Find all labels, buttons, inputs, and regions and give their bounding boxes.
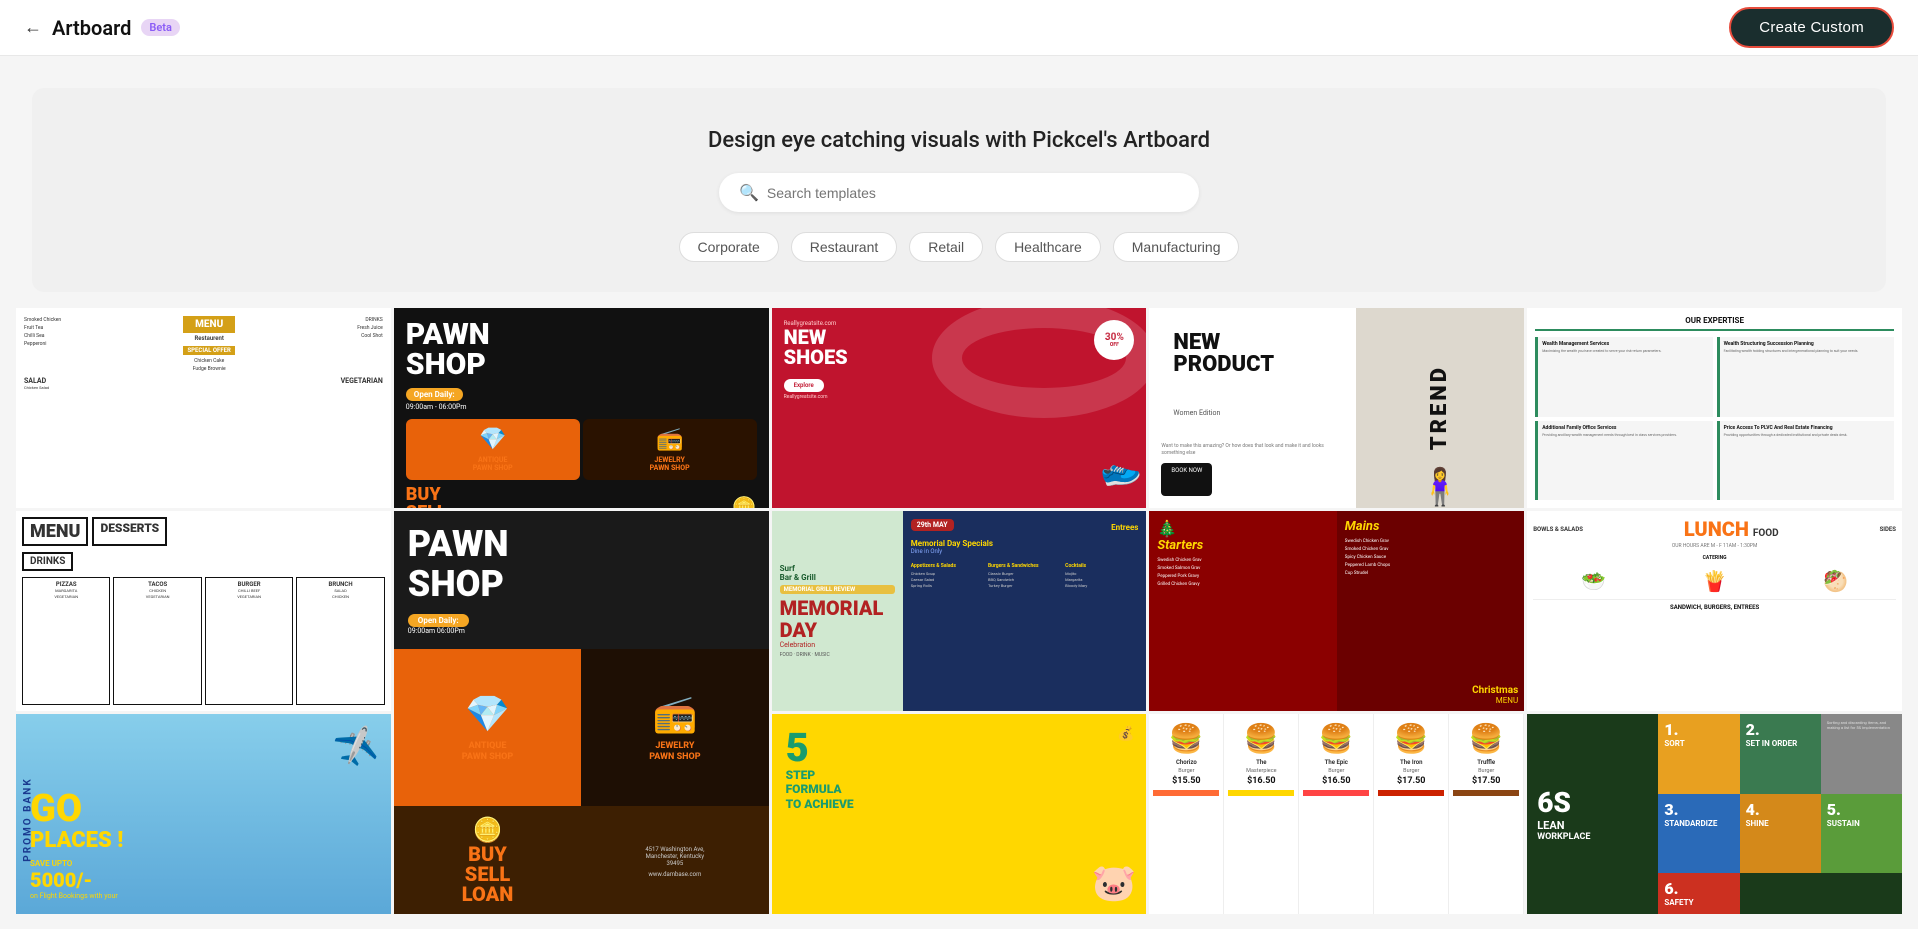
pill-healthcare[interactable]: Healthcare <box>995 232 1101 262</box>
back-button[interactable]: ← <box>24 17 42 38</box>
search-icon: 🔍 <box>739 183 759 202</box>
template-our-expertise[interactable]: OUR EXPERTISE Wealth Management Services… <box>1527 308 1902 508</box>
template-memorial-day[interactable]: Surf Bar & Grill MEMORIAL GRILL REVIEW M… <box>772 511 1147 711</box>
template-6s-lean[interactable]: 6S LEAN WORKPLACE 1. SORT 2. SET IN ORDE… <box>1527 714 1902 914</box>
template-christmas-menu[interactable]: 🎄 Starters Swedish Chicken Grav Smoked S… <box>1149 511 1524 711</box>
pill-corporate[interactable]: Corporate <box>679 232 779 262</box>
main-content: Design eye catching visuals with Pickcel… <box>0 56 1918 929</box>
app-title: Artboard <box>52 16 131 40</box>
app-header: ← Artboard Beta Create Custom <box>0 0 1918 56</box>
create-custom-button[interactable]: Create Custom <box>1729 7 1894 48</box>
template-go-places[interactable]: ✈️ PROMO BANK GO PLACES ! SAVE UPTO 5000… <box>16 714 391 914</box>
template-burgers-menu[interactable]: 🍔 Chorizo Burger $15.50 🍔 The Masterpiec… <box>1149 714 1524 914</box>
beta-badge: Beta <box>141 19 180 36</box>
hero-title: Design eye catching visuals with Pickcel… <box>52 128 1866 153</box>
search-input[interactable] <box>767 185 1179 201</box>
template-menu-restaurant[interactable]: Smoked Chicken Fruit Tea Chilli Sea Pepp… <box>16 308 391 508</box>
hero-section: Design eye catching visuals with Pickcel… <box>32 88 1886 292</box>
category-pills: Corporate Restaurant Retail Healthcare M… <box>52 232 1866 262</box>
pill-retail[interactable]: Retail <box>909 232 983 262</box>
template-pawn-shop[interactable]: PAWNSHOP Open Daily: 09:00am - 06:00Pm 💎… <box>394 308 769 508</box>
templates-grid: Smoked Chicken Fruit Tea Chilli Sea Pepp… <box>16 308 1902 917</box>
template-new-product[interactable]: NEWPRODUCT Women Edition Want to make th… <box>1149 308 1524 508</box>
template-antique-pawn-tall[interactable]: PAWNSHOP Open Daily: 09:00am 06:00Pm 💎 A… <box>394 511 769 914</box>
pill-manufacturing[interactable]: Manufacturing <box>1113 232 1240 262</box>
header-left: ← Artboard Beta <box>24 16 180 40</box>
back-arrow-icon: ← <box>24 17 42 38</box>
search-bar: 🔍 <box>719 173 1199 212</box>
template-new-shoes[interactable]: Reallygreatsite.com NEW SHOES 30% OFF Ex… <box>772 308 1147 508</box>
template-sketch-menu[interactable]: MENU DESSERTS DRINKS PIZZAS MARGARITAVEG… <box>16 511 391 711</box>
pill-restaurant[interactable]: Restaurant <box>791 232 897 262</box>
template-five-step[interactable]: 5 STEPFORMULA TO ACHIEVE 🐷 💰 <box>772 714 1147 914</box>
template-lunch-menu[interactable]: BOWLS & SALADS LUNCH FOOD SIDES OUR HOUR… <box>1527 511 1902 711</box>
